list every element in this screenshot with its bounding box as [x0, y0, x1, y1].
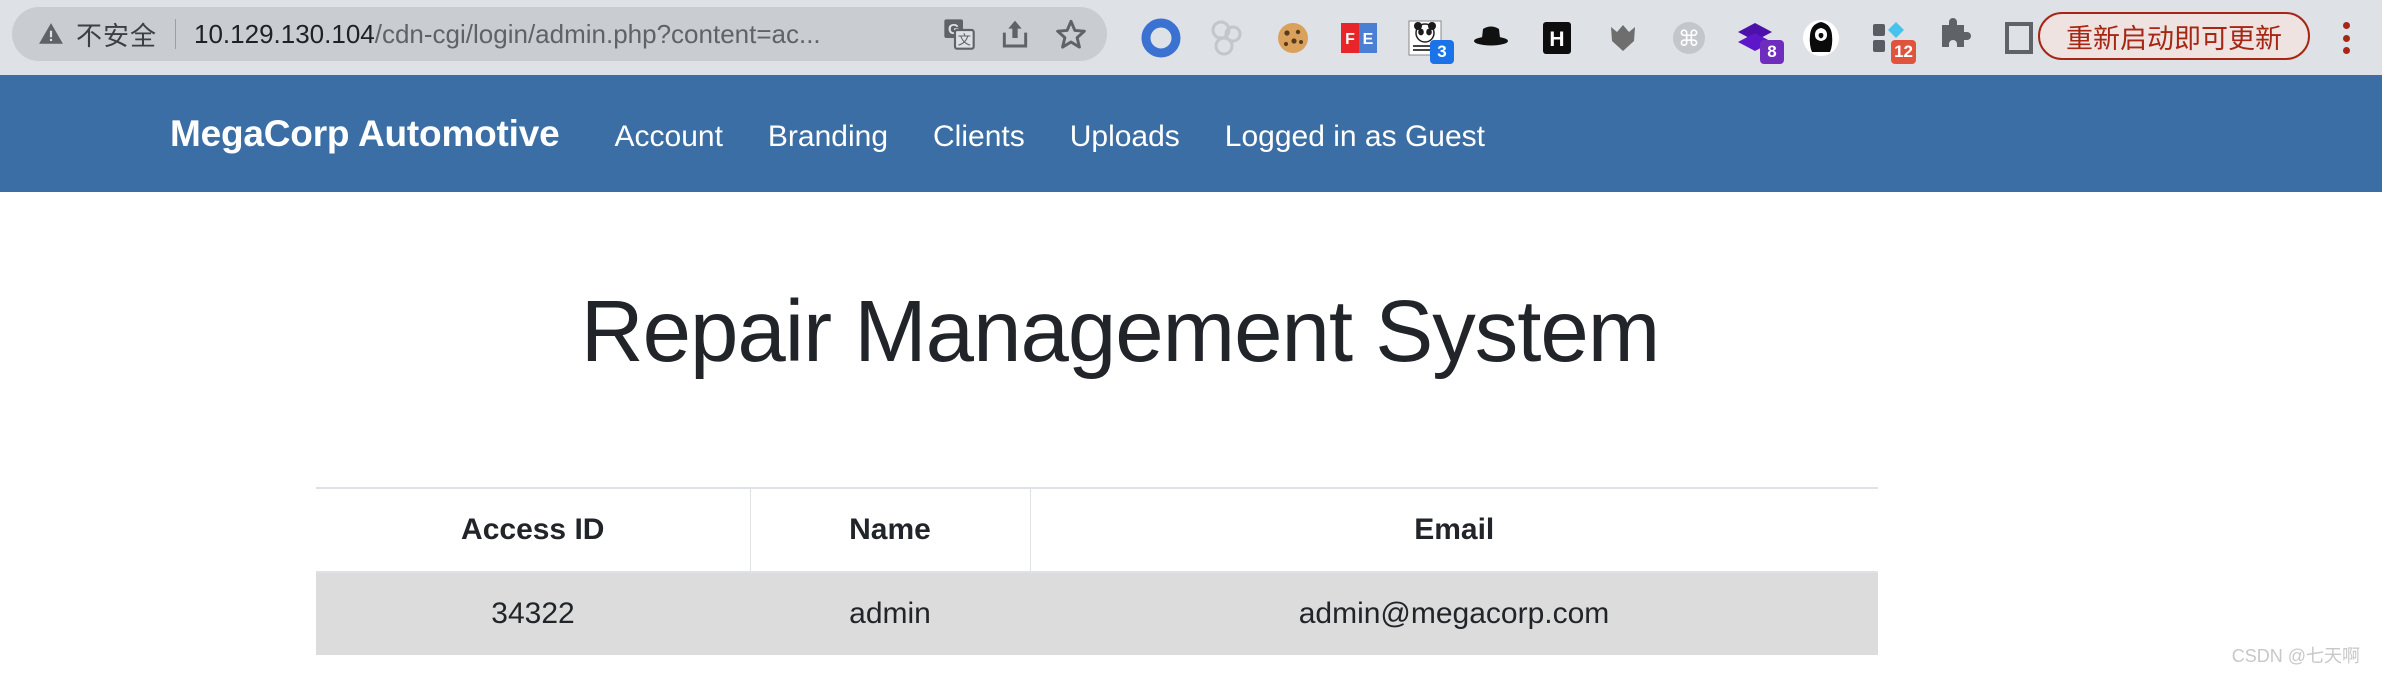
fe-extension-icon[interactable]: F E — [1338, 17, 1380, 59]
column-header-email: Email — [1029, 487, 1878, 573]
url-text: 10.129.130.104/cdn-cgi/login/admin.php?c… — [194, 19, 929, 50]
cell-email: admin@megacorp.com — [1298, 597, 1610, 630]
restart-to-update-label: 重新启动即可更新 — [2066, 23, 2282, 54]
nav-link-uploads[interactable]: Uploads — [1070, 120, 1180, 154]
url-host: 10.129.130.104 — [194, 18, 375, 49]
page-title: Repair Management System — [580, 283, 1661, 380]
purple-layers-extension-icon[interactable]: 8 — [1734, 17, 1784, 64]
url-path: /cdn-cgi/login/admin.php?content=ac... — [374, 18, 821, 49]
extension-badge: 8 — [1760, 39, 1784, 64]
wolf-head-extension-icon[interactable] — [1602, 17, 1644, 59]
command-key-extension-icon[interactable]: ⌘ — [1668, 17, 1710, 59]
watermark: CSDN @七天啊 — [2231, 646, 2360, 666]
warning-triangle-icon — [39, 23, 63, 44]
squares-diamond-extension-icon[interactable]: 12 — [1866, 17, 1916, 64]
molecule-extension-icon[interactable] — [1206, 17, 1248, 59]
site-navbar: MegaCorp Automotive Account Branding Cli… — [0, 75, 2382, 192]
nav-link-clients[interactable]: Clients — [933, 120, 1025, 154]
kebab-dot — [2342, 47, 2350, 54]
nav-link-branding[interactable]: Branding — [768, 120, 888, 154]
cell-name: admin — [849, 597, 931, 630]
navbar-inner: MegaCorp Automotive Account Branding Cli… — [170, 113, 1485, 155]
kebab-menu-icon[interactable] — [2328, 18, 2364, 58]
address-bar[interactable]: 不安全 10.129.130.104/cdn-cgi/login/admin.p… — [12, 7, 1107, 61]
svg-text:⌘: ⌘ — [1678, 27, 1700, 52]
translate-icon[interactable]: G 文 — [943, 18, 975, 50]
nav-link-logged-in-as-guest[interactable]: Logged in as Guest — [1225, 120, 1485, 154]
table-row: 34322 admin admin@megacorp.com — [316, 572, 1878, 655]
access-table: Access ID Name Email 34322 admin admin@m… — [316, 487, 1878, 655]
svg-text:E: E — [1363, 31, 1374, 48]
puzzle-piece-extensions-icon[interactable] — [1932, 17, 1974, 59]
cell-access-id: 34322 — [491, 597, 575, 630]
extensions-strip: F E 3 H ⌘ 8 12 — [1140, 0, 2106, 75]
security-status-label: 不安全 — [76, 20, 158, 51]
blue-ring-extension-icon[interactable] — [1140, 17, 1182, 59]
table-body: 34322 admin admin@megacorp.com — [316, 572, 1878, 655]
svg-text:H: H — [1549, 28, 1564, 51]
extension-badge: 12 — [1891, 39, 1916, 64]
omnibox-divider — [175, 19, 177, 49]
svg-text:F: F — [1345, 31, 1355, 48]
kebab-dot — [2342, 34, 2350, 42]
column-header-name: Name — [749, 487, 1031, 573]
kebab-dot — [2342, 22, 2350, 29]
column-header-access-id: Access ID — [316, 487, 751, 573]
table-header: Access ID Name Email — [316, 487, 1878, 573]
restart-to-update-button[interactable]: 重新启动即可更新 — [2038, 12, 2310, 60]
browser-toolbar: 不安全 10.129.130.104/cdn-cgi/login/admin.p… — [0, 0, 2382, 75]
bookmark-star-icon[interactable] — [1055, 18, 1087, 50]
svg-text:文: 文 — [958, 33, 971, 48]
share-icon[interactable] — [999, 18, 1031, 50]
table-header-row: Access ID Name Email — [316, 487, 1878, 573]
black-hat-extension-icon[interactable] — [1470, 17, 1512, 59]
extension-badge: 3 — [1430, 39, 1454, 64]
nav-link-account[interactable]: Account — [615, 120, 723, 154]
navbar-brand[interactable]: MegaCorp Automotive — [170, 113, 560, 155]
square-outline-extension-icon[interactable] — [1998, 17, 2040, 59]
cookie-extension-icon[interactable] — [1272, 17, 1314, 59]
hooded-figure-extension-icon[interactable] — [1800, 17, 1842, 59]
panda-photo-extension-icon[interactable]: 3 — [1404, 17, 1454, 64]
h-square-extension-icon[interactable]: H — [1536, 17, 1578, 59]
